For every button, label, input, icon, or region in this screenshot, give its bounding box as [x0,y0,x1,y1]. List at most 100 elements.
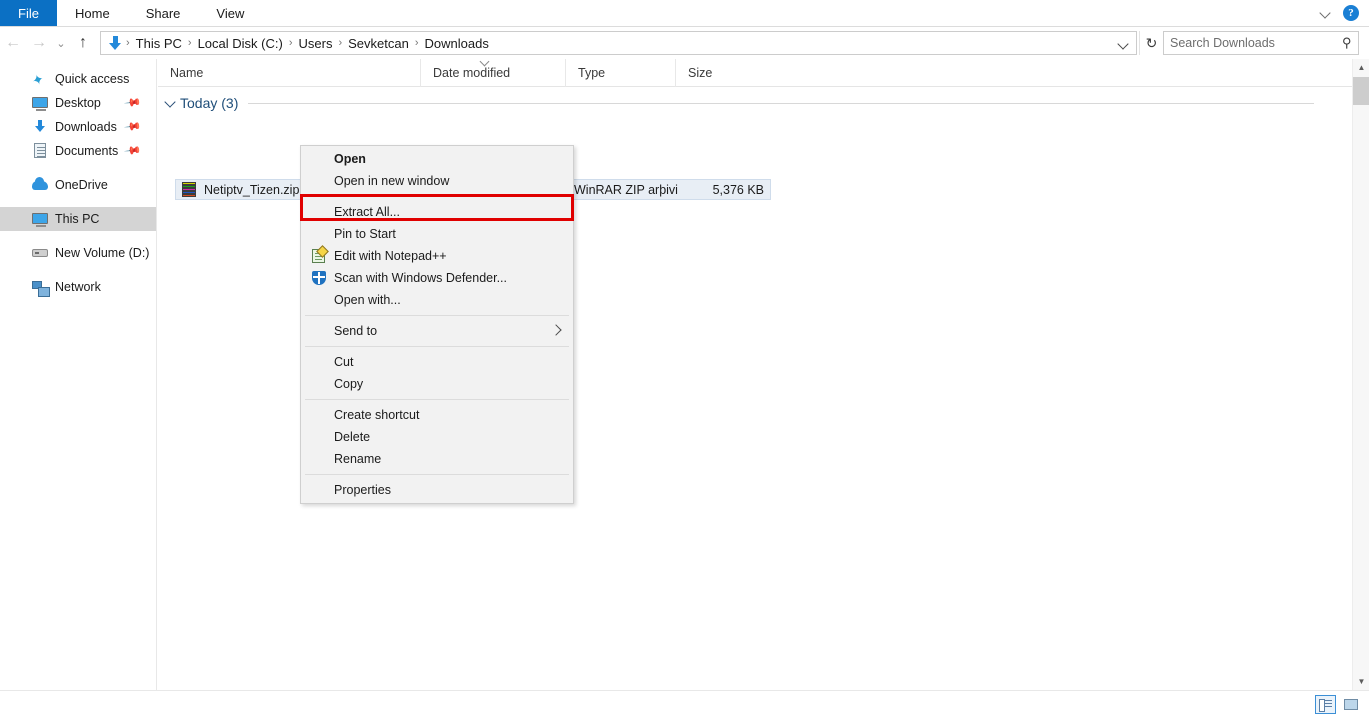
sort-descending-icon [481,58,491,64]
sidebar-item-onedrive[interactable]: OneDrive [0,173,156,197]
status-bar [0,690,1369,717]
group-header-today[interactable]: Today (3) [164,95,1314,111]
ribbon-right-controls: ? [1319,0,1369,26]
details-view-icon [1319,699,1332,710]
chevron-down-icon[interactable] [164,96,178,110]
context-menu-item-open-with[interactable]: Open with... [301,289,573,311]
tab-home-label: Home [75,6,110,21]
sidebar-item-label: Downloads [55,120,117,134]
context-menu-item-properties[interactable]: Properties [301,479,573,501]
menu-item-label: Send to [334,324,377,338]
group-header-rule [248,103,1314,104]
context-menu-item-scan-with-windows-defender[interactable]: Scan with Windows Defender... [301,267,573,289]
help-icon[interactable]: ? [1343,5,1359,21]
context-menu-item-delete[interactable]: Delete [301,426,573,448]
column-header-size[interactable]: Size [675,59,770,87]
menu-separator [305,474,569,475]
sidebar-item-network[interactable]: Network [0,275,156,299]
drive-icon [32,245,48,261]
pin-icon[interactable]: 📌 [124,117,143,136]
sidebar-item-documents[interactable]: Documents 📌 [0,139,156,163]
history-dropdown-icon[interactable] [1114,32,1132,54]
context-menu-item-cut[interactable]: Cut [301,351,573,373]
breadcrumb-downloads[interactable]: Downloads [420,36,494,51]
menu-item-label: Extract All... [334,205,400,219]
context-menu-item-edit-with-notepadpp[interactable]: Edit with Notepad++ [301,245,573,267]
column-label: Name [170,66,203,80]
pin-icon[interactable]: 📌 [124,141,143,160]
ribbon-spacer [262,0,1319,26]
context-menu-item-send-to[interactable]: Send to [301,320,573,342]
menu-item-label: Copy [334,377,363,391]
tab-file-label: File [18,6,39,21]
breadcrumb-local-disk-c[interactable]: Local Disk (C:) [193,36,288,51]
tab-file[interactable]: File [0,0,57,26]
search-icon[interactable]: ⚲ [1342,35,1352,51]
context-menu-item-rename[interactable]: Rename [301,448,573,470]
scroll-up-arrow-icon[interactable]: ▲ [1353,59,1369,76]
column-label: Size [688,66,712,80]
vertical-scrollbar[interactable]: ▲ ▼ [1352,59,1369,690]
scrollbar-thumb[interactable] [1353,77,1369,105]
up-button[interactable]: ↑ [70,30,96,56]
menu-item-label: Cut [334,355,353,369]
file-type-cell: WinRAR ZIP arþivi [574,183,684,197]
context-menu-item-open-in-new-window[interactable]: Open in new window [301,170,573,192]
sidebar-item-label: Desktop [55,96,101,110]
menu-item-label: Open in new window [334,174,449,188]
pin-icon[interactable]: 📌 [124,93,143,112]
sidebar-item-this-pc[interactable]: This PC [0,207,156,231]
menu-item-label: Open with... [334,293,401,307]
search-input[interactable]: Search Downloads [1170,36,1342,50]
forward-button[interactable]: → [26,30,52,56]
sidebar-item-desktop[interactable]: Desktop 📌 [0,91,156,115]
sidebar-gap [0,197,156,207]
tab-share-label: Share [146,6,181,21]
winrar-zip-icon [181,182,197,197]
context-menu-item-open[interactable]: Open [301,148,573,170]
large-icons-view-button[interactable] [1340,695,1361,714]
address-bar[interactable]: › This PC › Local Disk (C:) › Users › Se… [100,31,1137,55]
back-button[interactable]: ← [0,30,26,56]
refresh-button[interactable]: ↻ [1139,31,1163,55]
context-menu-item-extract-all[interactable]: Extract All... [301,201,573,223]
sidebar-item-downloads[interactable]: Downloads 📌 [0,115,156,139]
breadcrumb-sevketcan[interactable]: Sevketcan [343,36,414,51]
file-name-label: Netiptv_Tizen.zip [204,183,299,197]
sidebar-item-quick-access[interactable]: ✦ Quick access [0,67,156,91]
ribbon-tabstrip: File Home Share View ? [0,0,1369,27]
sidebar-item-new-volume-d[interactable]: New Volume (D:) [0,241,156,265]
column-header-date-modified[interactable]: Date modified [420,59,565,87]
notepadpp-icon [311,248,327,264]
menu-separator [305,399,569,400]
tab-share[interactable]: Share [128,0,199,26]
details-view-button[interactable] [1315,695,1336,714]
breadcrumb-this-pc[interactable]: This PC [131,36,187,51]
menu-item-label: Edit with Notepad++ [334,249,447,263]
menu-item-label: Create shortcut [334,408,419,422]
search-box[interactable]: Search Downloads ⚲ [1163,31,1359,55]
navigation-bar: ← → ⌄ ↑ › This PC › Local Disk (C:) › Us… [0,27,1369,59]
file-explorer-window: File Home Share View ? ← → ⌄ ↑ › This PC… [0,0,1369,717]
shield-icon [311,270,327,286]
sidebar-gap [0,231,156,241]
tab-view[interactable]: View [198,0,262,26]
context-menu-item-copy[interactable]: Copy [301,373,573,395]
context-menu-item-pin-to-start[interactable]: Pin to Start [301,223,573,245]
monitor-icon [32,211,48,227]
recent-locations-button[interactable]: ⌄ [52,30,70,56]
download-arrow-icon [32,119,48,135]
sidebar-item-label: Quick access [55,72,129,86]
scroll-down-arrow-icon[interactable]: ▼ [1353,673,1369,690]
menu-separator [305,196,569,197]
context-menu-item-create-shortcut[interactable]: Create shortcut [301,404,573,426]
column-header-name[interactable]: Name [158,59,420,87]
menu-item-label: Rename [334,452,381,466]
minimize-ribbon-icon[interactable] [1319,6,1333,20]
column-header-type[interactable]: Type [565,59,675,87]
navigation-pane: ✦ Quick access Desktop 📌 Downloads 📌 Doc… [0,59,157,717]
context-menu: Open Open in new window Extract All... P… [300,145,574,504]
document-icon [32,143,48,159]
breadcrumb-users[interactable]: Users [294,36,338,51]
tab-home[interactable]: Home [57,0,128,26]
